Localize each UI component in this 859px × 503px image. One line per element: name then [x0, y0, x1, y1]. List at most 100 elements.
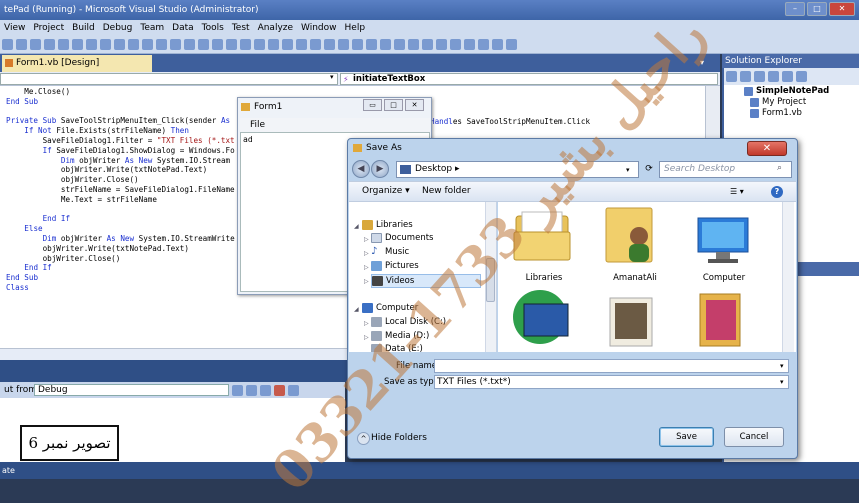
- class-diagram-icon[interactable]: [796, 71, 807, 82]
- form1-close-button[interactable]: ✕: [405, 99, 424, 111]
- document-tab[interactable]: Form1.vb [Design]: [2, 55, 152, 72]
- cut-icon[interactable]: [58, 39, 69, 50]
- save-all-icon[interactable]: [44, 39, 55, 50]
- wallpaper-folder-icon[interactable]: [699, 293, 741, 347]
- menu-debug[interactable]: Debug: [103, 20, 133, 36]
- tree-item-documents[interactable]: Documents: [371, 232, 433, 244]
- extension-icon[interactable]: [492, 39, 503, 50]
- refresh-icon[interactable]: [754, 71, 765, 82]
- redo-icon[interactable]: [156, 39, 167, 50]
- step-out-icon[interactable]: [282, 39, 293, 50]
- navigate-back-icon[interactable]: [170, 39, 181, 50]
- new-project-icon[interactable]: [2, 39, 13, 50]
- step-into-icon[interactable]: [254, 39, 265, 50]
- tree-item-computer[interactable]: Computer: [362, 302, 418, 314]
- paste-icon[interactable]: [86, 39, 97, 50]
- cancel-button[interactable]: Cancel: [724, 427, 784, 447]
- properties-icon[interactable]: [726, 71, 737, 82]
- chevron-down-icon[interactable]: ▾: [780, 362, 784, 370]
- menu-help[interactable]: Help: [345, 20, 366, 36]
- copy-icon[interactable]: [72, 39, 83, 50]
- solution-item-my-project[interactable]: My Project: [750, 97, 806, 108]
- save-type-select[interactable]: TXT Files (*.txt*): [434, 375, 789, 389]
- undo-icon[interactable]: [142, 39, 153, 50]
- menu-analyze[interactable]: Analyze: [258, 20, 293, 36]
- class-combo[interactable]: [0, 73, 338, 85]
- photos-folder-icon[interactable]: [609, 297, 653, 347]
- file-name-input[interactable]: [434, 359, 789, 373]
- chevron-down-icon[interactable]: ▾: [330, 73, 334, 81]
- word-wrap-icon[interactable]: [288, 385, 299, 396]
- find-icon[interactable]: [100, 39, 111, 50]
- format-icon[interactable]: [394, 39, 405, 50]
- solution-item-form1[interactable]: Form1.vb: [750, 108, 802, 119]
- tab-menu-icon[interactable]: ▾: [700, 58, 704, 67]
- chevron-down-icon[interactable]: ▾: [626, 166, 630, 174]
- tree-item-libraries[interactable]: Libraries: [362, 219, 413, 231]
- uncomment-icon[interactable]: [128, 39, 139, 50]
- show-all-files-icon[interactable]: [740, 71, 751, 82]
- collapsed-arrow-icon[interactable]: ▷: [364, 334, 369, 341]
- output-icon[interactable]: [380, 39, 391, 50]
- back-arrow-icon[interactable]: ◀: [352, 160, 370, 178]
- breakpoint-icon[interactable]: [296, 39, 307, 50]
- view-designer-icon[interactable]: [782, 71, 793, 82]
- form1-maximize-button[interactable]: □: [384, 99, 403, 111]
- menu-tools[interactable]: Tools: [202, 20, 224, 36]
- comment-icon[interactable]: [114, 39, 125, 50]
- maximize-button[interactable]: □: [807, 2, 827, 16]
- tree-scroll-thumb[interactable]: [486, 258, 495, 302]
- computer-folder-icon[interactable]: [697, 217, 749, 263]
- indent-icon[interactable]: [408, 39, 419, 50]
- tree-item-videos[interactable]: Videos: [371, 274, 481, 288]
- bookmark-icon[interactable]: [436, 39, 447, 50]
- solution-explorer-icon[interactable]: [310, 39, 321, 50]
- menu-view[interactable]: View: [4, 20, 25, 36]
- libraries-folder-icon[interactable]: [513, 211, 571, 261]
- chevron-down-icon[interactable]: ▾: [780, 378, 784, 386]
- toolbox-icon[interactable]: [352, 39, 363, 50]
- dialog-close-button[interactable]: ✕: [747, 141, 787, 156]
- save-button[interactable]: Save: [659, 427, 714, 447]
- address-bar[interactable]: Desktop ▸: [396, 161, 639, 178]
- navigate-forward-icon[interactable]: [184, 39, 195, 50]
- next-message-icon[interactable]: [260, 385, 271, 396]
- refresh-icon[interactable]: ⟳: [642, 161, 656, 178]
- view-options-icon[interactable]: ☰ ▾: [730, 185, 752, 198]
- file-list-scrollbar[interactable]: [782, 202, 794, 352]
- options-icon[interactable]: [506, 39, 517, 50]
- solution-item-project[interactable]: SimpleNotePad: [744, 86, 829, 97]
- collapsed-arrow-icon[interactable]: ▷: [364, 278, 369, 285]
- collapsed-arrow-icon[interactable]: ▷: [364, 264, 369, 271]
- forward-arrow-icon[interactable]: ▶: [371, 160, 389, 178]
- restart-icon[interactable]: [240, 39, 251, 50]
- tree-item-music[interactable]: ♪ Music: [371, 246, 409, 258]
- collapsed-arrow-icon[interactable]: ▷: [364, 320, 369, 327]
- search-icon[interactable]: ⌕: [777, 163, 782, 173]
- properties-icon[interactable]: [324, 39, 335, 50]
- menu-team[interactable]: Team: [140, 20, 164, 36]
- stop-icon[interactable]: [226, 39, 237, 50]
- tree-item-pictures[interactable]: Pictures: [371, 260, 419, 272]
- view-code-icon[interactable]: [768, 71, 779, 82]
- organize-button[interactable]: Organize ▾: [362, 185, 410, 198]
- minimize-button[interactable]: –: [785, 2, 805, 16]
- prev-message-icon[interactable]: [246, 385, 257, 396]
- form1-minimize-button[interactable]: ▭: [363, 99, 382, 111]
- next-bookmark-icon[interactable]: [464, 39, 475, 50]
- collapsed-arrow-icon[interactable]: ▷: [364, 250, 369, 257]
- menu-project[interactable]: Project: [33, 20, 64, 36]
- clear-all-icon[interactable]: [274, 385, 285, 396]
- prev-bookmark-icon[interactable]: [450, 39, 461, 50]
- tree-item-data[interactable]: Data (E:): [371, 343, 423, 352]
- save-icon[interactable]: [30, 39, 41, 50]
- clear-bookmark-icon[interactable]: [478, 39, 489, 50]
- tree-item-media[interactable]: Media (D:): [371, 330, 429, 342]
- add-item-icon[interactable]: [16, 39, 27, 50]
- find-message-icon[interactable]: [232, 385, 243, 396]
- error-list-icon[interactable]: [366, 39, 377, 50]
- menu-data[interactable]: Data: [172, 20, 194, 36]
- expanded-arrow-icon[interactable]: ◢: [354, 223, 359, 230]
- output-source-select[interactable]: Debug: [34, 384, 229, 396]
- start-icon[interactable]: [198, 39, 209, 50]
